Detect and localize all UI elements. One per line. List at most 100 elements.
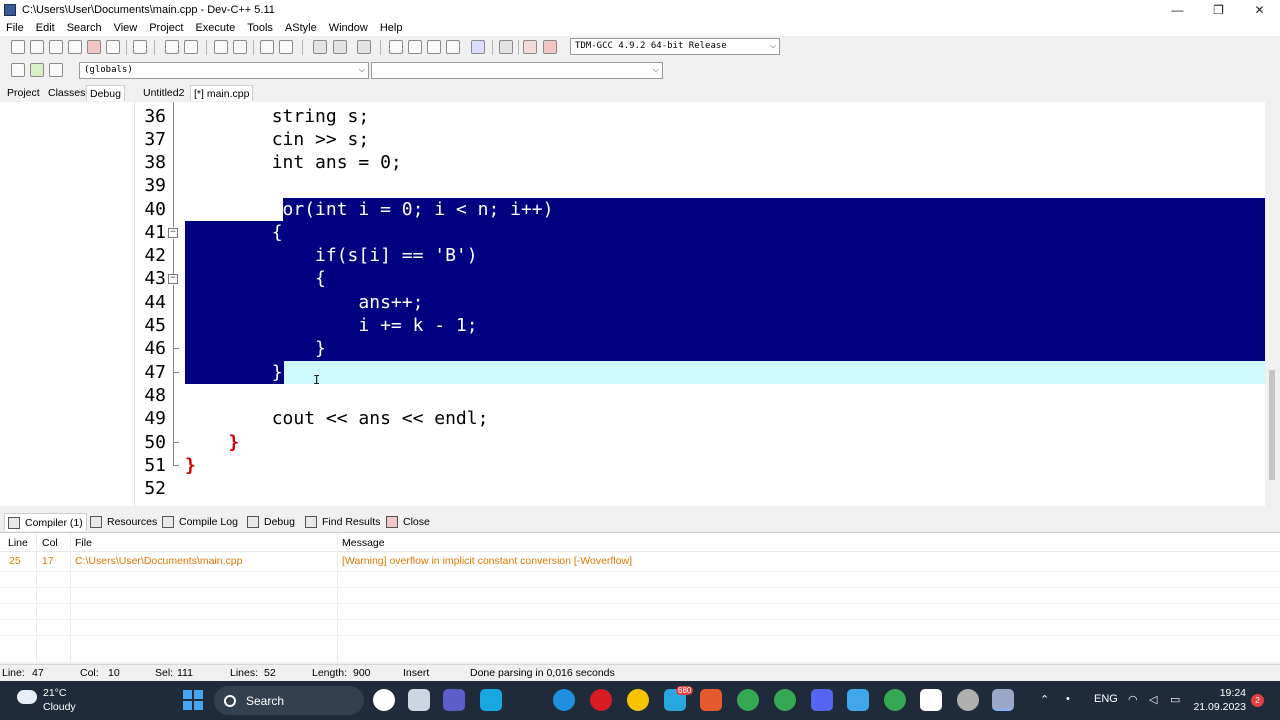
cloud-icon[interactable] — [17, 690, 37, 704]
code-editor[interactable]: string s; cin >> s; int ans = 0; for(int… — [135, 102, 1265, 506]
new-project-icon[interactable] — [389, 40, 403, 54]
code-text: } — [185, 455, 196, 476]
devcpp-taskbar-icon[interactable] — [992, 689, 1014, 711]
column-line[interactable]: Line — [8, 537, 28, 549]
scrollbar-thumb[interactable] — [1269, 370, 1275, 480]
close-all-icon[interactable] — [106, 40, 120, 54]
unindent-icon[interactable] — [333, 40, 347, 54]
goto-line-icon[interactable] — [260, 40, 274, 54]
comment-icon[interactable] — [357, 40, 371, 54]
fold-collapse-icon[interactable]: − — [168, 228, 178, 238]
edge-icon[interactable] — [553, 689, 575, 711]
menu-view[interactable]: View — [108, 22, 144, 34]
volume-icon[interactable]: ◁ — [1149, 693, 1157, 706]
tab-resources[interactable]: Resources — [90, 513, 157, 531]
minimize-button[interactable]: — — [1157, 0, 1198, 20]
table-row[interactable]: 25 17 C:\Users\User\Documents\main.cpp [… — [0, 555, 1280, 571]
menu-project[interactable]: Project — [143, 22, 189, 34]
indent-icon[interactable] — [313, 40, 327, 54]
microphone-icon[interactable]: • — [1066, 693, 1070, 705]
toggle-bookmark-icon[interactable] — [279, 40, 293, 54]
show-hidden-icons-chevron-icon[interactable]: ⌃ — [1040, 693, 1049, 706]
clock-date[interactable]: 21.09.2023 — [1193, 701, 1246, 713]
weather-app-icon[interactable] — [627, 689, 649, 711]
clock-time[interactable]: 19:24 — [1218, 687, 1246, 699]
battery-icon[interactable]: ▭ — [1170, 693, 1180, 706]
line-number: 37 — [144, 129, 166, 150]
capcut-icon[interactable] — [920, 689, 942, 711]
tab-classes[interactable]: Classes — [45, 85, 88, 101]
code-line-37: cin >> s; — [185, 128, 1265, 151]
menu-edit[interactable]: Edit — [30, 22, 61, 34]
save-all-icon[interactable] — [68, 40, 82, 54]
menu-file[interactable]: File — [0, 22, 30, 34]
notification-center-badge[interactable]: 2 — [1251, 694, 1264, 707]
task-view-icon[interactable] — [408, 689, 430, 711]
menu-help[interactable]: Help — [374, 22, 409, 34]
code-text: cin >> s; — [271, 129, 370, 150]
globals-select[interactable]: (globals) ⌵ — [79, 62, 369, 79]
settings-gear-icon[interactable] — [957, 689, 979, 711]
fold-collapse-icon[interactable]: − — [168, 274, 178, 284]
bing-icon[interactable] — [373, 689, 395, 711]
tab-project[interactable]: Project — [4, 85, 43, 101]
project-options-icon[interactable] — [408, 40, 422, 54]
tab-debug-output[interactable]: Debug — [247, 513, 295, 531]
discord-icon[interactable] — [811, 689, 833, 711]
save-icon[interactable] — [49, 40, 63, 54]
start-windows-icon[interactable] — [183, 690, 203, 710]
undo-icon[interactable] — [165, 40, 179, 54]
add-to-project-icon[interactable] — [427, 40, 441, 54]
abort-compile-icon[interactable] — [499, 40, 513, 54]
maximize-button[interactable]: ❐ — [1198, 0, 1239, 20]
weather-description[interactable]: Cloudy — [43, 701, 76, 713]
print-icon[interactable] — [133, 40, 147, 54]
redo-icon[interactable] — [184, 40, 198, 54]
weather-temperature[interactable]: 21°C — [43, 687, 66, 699]
language-indicator[interactable]: ENG — [1094, 693, 1118, 705]
tab-compiler[interactable]: Compiler (1) — [4, 513, 87, 531]
tab-untitled2[interactable]: Untitled2 — [140, 85, 187, 101]
tab-find-results[interactable]: Find Results — [305, 513, 380, 531]
editor-vertical-scrollbar[interactable] — [1265, 102, 1280, 506]
bookmark-icon[interactable] — [49, 63, 63, 77]
function-select[interactable]: ⌵ — [371, 62, 663, 79]
menu-execute[interactable]: Execute — [189, 22, 241, 34]
teams-icon[interactable] — [443, 689, 465, 711]
line-number: 49 — [144, 408, 166, 429]
close-button[interactable]: ✕ — [1239, 0, 1280, 20]
profile-chart-icon[interactable] — [523, 40, 537, 54]
notepad-icon[interactable] — [847, 689, 869, 711]
goto-icon[interactable] — [30, 63, 44, 77]
chrome-alt-icon[interactable] — [884, 689, 906, 711]
new-file-icon[interactable] — [11, 40, 25, 54]
column-file[interactable]: File — [75, 537, 92, 549]
menu-astyle[interactable]: AStyle — [279, 22, 323, 34]
chrome-icon[interactable] — [737, 689, 759, 711]
menu-search[interactable]: Search — [61, 22, 108, 34]
taskbar-search[interactable]: Search — [214, 686, 364, 715]
menu-window[interactable]: Window — [323, 22, 374, 34]
tab-label: Debug — [264, 516, 295, 528]
compiler-select[interactable]: TDM-GCC 4.9.2 64-bit Release ⌵ — [570, 38, 780, 55]
tab-close[interactable]: Close — [386, 513, 430, 531]
tab-main-cpp[interactable]: [*] main.cpp — [190, 85, 254, 101]
insert-icon[interactable] — [11, 63, 25, 77]
wifi-icon[interactable]: ◠ — [1128, 693, 1138, 706]
close-file-icon[interactable] — [87, 40, 101, 54]
tab-debug[interactable]: Debug — [86, 85, 125, 101]
check-syntax-icon[interactable] — [471, 40, 485, 54]
open-file-icon[interactable] — [30, 40, 44, 54]
delete-profile-icon[interactable] — [543, 40, 557, 54]
tab-compile-log[interactable]: Compile Log — [162, 513, 238, 531]
menu-tools[interactable]: Tools — [241, 22, 279, 34]
skype-icon[interactable] — [480, 689, 502, 711]
find-icon[interactable] — [214, 40, 228, 54]
column-col[interactable]: Col — [42, 537, 58, 549]
chrome-profile-icon[interactable] — [774, 689, 796, 711]
office-icon[interactable] — [700, 689, 722, 711]
opera-icon[interactable] — [590, 689, 612, 711]
remove-from-project-icon[interactable] — [446, 40, 460, 54]
replace-icon[interactable] — [233, 40, 247, 54]
column-message[interactable]: Message — [342, 537, 385, 549]
